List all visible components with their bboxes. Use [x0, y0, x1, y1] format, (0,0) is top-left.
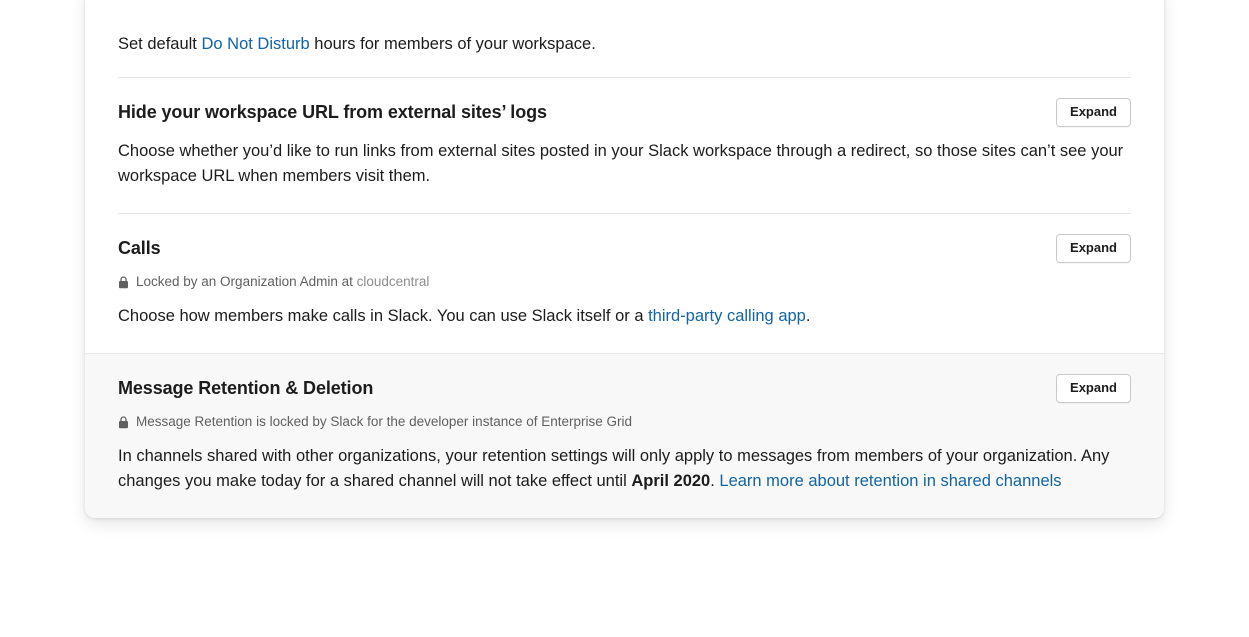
do-not-disturb-description: Set default Do Not Disturb hours for mem… — [118, 32, 1131, 57]
hide-workspace-url-title: Hide your workspace URL from external si… — [118, 102, 547, 122]
calls-description-lead: Choose how members make calls in Slack. … — [118, 307, 649, 325]
calls-lock-label: Locked by an Organization Admin at — [136, 274, 357, 289]
message-retention-effective-date: April 2020 — [631, 472, 711, 490]
hide-workspace-url-description: Choose whether you’d like to run links f… — [118, 142, 1124, 185]
section-do-not-disturb: Set default Do Not Disturb hours for mem… — [85, 0, 1164, 77]
calls-lock-org: cloudcentral — [356, 274, 430, 289]
message-retention-lock-notice: Message Retention is locked by Slack for… — [118, 413, 1131, 431]
expand-button-hide-workspace-url[interactable]: Expand — [1056, 98, 1131, 127]
section-hide-workspace-url: Hide your workspace URL from external si… — [85, 78, 1164, 213]
section-calls: Calls Expand Locked by an Organization A… — [85, 214, 1164, 353]
calls-lock-text: Locked by an Organization Admin at cloud… — [136, 273, 429, 291]
expand-button-message-retention[interactable]: Expand — [1056, 374, 1131, 403]
message-retention-title: Message Retention & Deletion — [118, 378, 374, 398]
do-not-disturb-description-tail: hours for members of your workspace. — [309, 35, 596, 53]
calls-title: Calls — [118, 238, 161, 258]
calls-description: Choose how members make calls in Slack. … — [118, 304, 1131, 329]
third-party-calling-app-link[interactable]: third-party calling app — [648, 307, 806, 325]
learn-more-retention-link[interactable]: Learn more about retention in shared cha… — [719, 472, 1061, 490]
message-retention-description-mid: . — [710, 472, 720, 490]
calls-lock-notice: Locked by an Organization Admin at cloud… — [118, 273, 1131, 291]
page-root: Set default Do Not Disturb hours for mem… — [0, 0, 1249, 637]
message-retention-lock-text: Message Retention is locked by Slack for… — [136, 414, 633, 429]
do-not-disturb-link[interactable]: Do Not Disturb — [201, 35, 309, 53]
section-message-retention-deletion: Message Retention & Deletion Expand Mess… — [85, 353, 1164, 518]
message-retention-description: In channels shared with other organizati… — [118, 444, 1131, 494]
calls-description-tail: . — [805, 307, 811, 325]
lock-icon — [118, 275, 129, 289]
expand-button-calls[interactable]: Expand — [1056, 234, 1131, 263]
do-not-disturb-description-lead: Set default — [118, 35, 202, 53]
settings-card: Set default Do Not Disturb hours for mem… — [85, 0, 1164, 518]
lock-icon — [118, 415, 129, 429]
